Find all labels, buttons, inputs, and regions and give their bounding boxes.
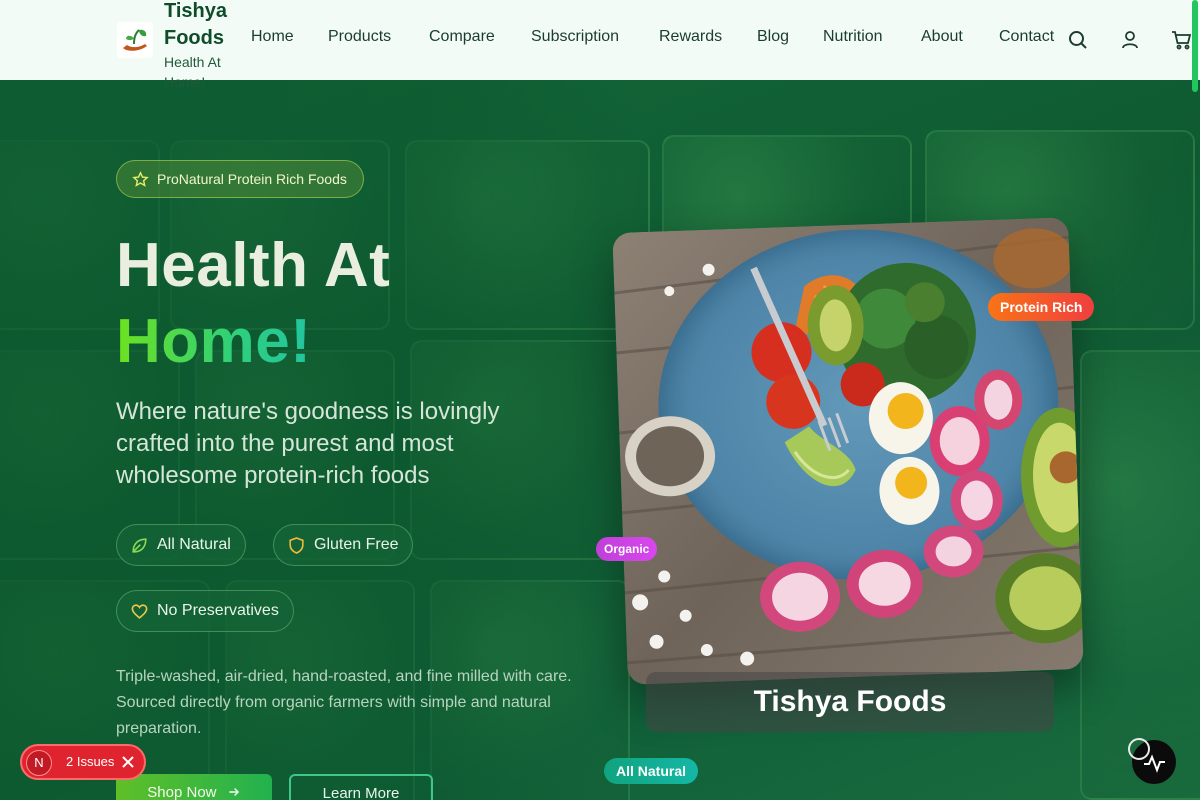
issues-badge[interactable]: N 2 Issues: [20, 744, 146, 780]
search-icon[interactable]: [1066, 28, 1090, 52]
tag-organic: Organic: [596, 537, 658, 561]
heart-icon: [131, 604, 148, 619]
tag-all-natural: All Natural: [604, 758, 699, 784]
tag-protein-rich: Protein Rich: [988, 293, 1095, 321]
user-icon[interactable]: [1118, 28, 1142, 52]
nav-subscription[interactable]: Subscription: [531, 28, 619, 46]
logo-icon[interactable]: [117, 22, 153, 58]
shield-icon: [289, 537, 304, 554]
hero-headline-line2: Home!: [116, 307, 312, 376]
feature-label: Gluten Free: [314, 536, 399, 553]
produce-tray-bg: [1080, 350, 1200, 800]
chat-ring-icon[interactable]: [1128, 738, 1150, 760]
hero-subtitle: Where nature's goodness is lovingly craf…: [116, 398, 500, 489]
nav-home[interactable]: Home: [251, 28, 294, 46]
arrow-right-icon: [229, 788, 239, 796]
learn-more-button[interactable]: Learn More: [289, 774, 433, 800]
feature-pill-no-preservatives: No Preservatives: [116, 590, 294, 632]
hero-headline-line1: Health At: [116, 231, 391, 300]
nav-contact[interactable]: Contact: [999, 28, 1054, 46]
brand-name: Tishya Foods: [164, 0, 227, 49]
feature-pill-all-natural: All Natural: [116, 524, 246, 566]
hero-badge: ProNatural Protein Rich Foods: [116, 160, 364, 198]
nav-nutrition[interactable]: Nutrition: [823, 28, 883, 46]
leaf-icon: [132, 538, 147, 553]
nav-about[interactable]: About: [921, 28, 963, 46]
food-image-card: [612, 217, 1084, 685]
shop-now-label: Shop Now: [147, 784, 217, 800]
shop-now-button[interactable]: Shop Now: [116, 774, 272, 800]
feature-label: No Preservatives: [157, 602, 279, 619]
cart-icon[interactable]: [1170, 28, 1194, 52]
nav-rewards[interactable]: Rewards: [659, 28, 722, 46]
hero-badge-label: ProNatural Protein Rich Foods: [157, 171, 347, 187]
close-icon[interactable]: [122, 756, 134, 768]
nav-products[interactable]: Products: [328, 28, 391, 46]
brand[interactable]: Tishya Foods Health At Home!: [164, 0, 244, 92]
issues-label[interactable]: 2 Issues: [66, 746, 114, 778]
hero-description: Triple-washed, air-dried, hand-roasted, …: [116, 668, 572, 737]
feature-pill-gluten-free: Gluten Free: [273, 524, 414, 566]
site-header: Tishya Foods Health At Home! Home Produc…: [0, 0, 1200, 90]
devtools-logo[interactable]: N: [26, 750, 52, 776]
card-caption: Tishya Foods: [646, 672, 1054, 732]
star-icon: [132, 171, 149, 187]
feature-label: All Natural: [157, 536, 231, 553]
scrollbar-thumb[interactable]: [1192, 0, 1198, 92]
salad-bowl-image: [612, 217, 1084, 685]
nav-blog[interactable]: Blog: [757, 28, 789, 46]
brand-tagline: Health At Home!: [164, 54, 221, 90]
nav-compare[interactable]: Compare: [429, 28, 495, 46]
